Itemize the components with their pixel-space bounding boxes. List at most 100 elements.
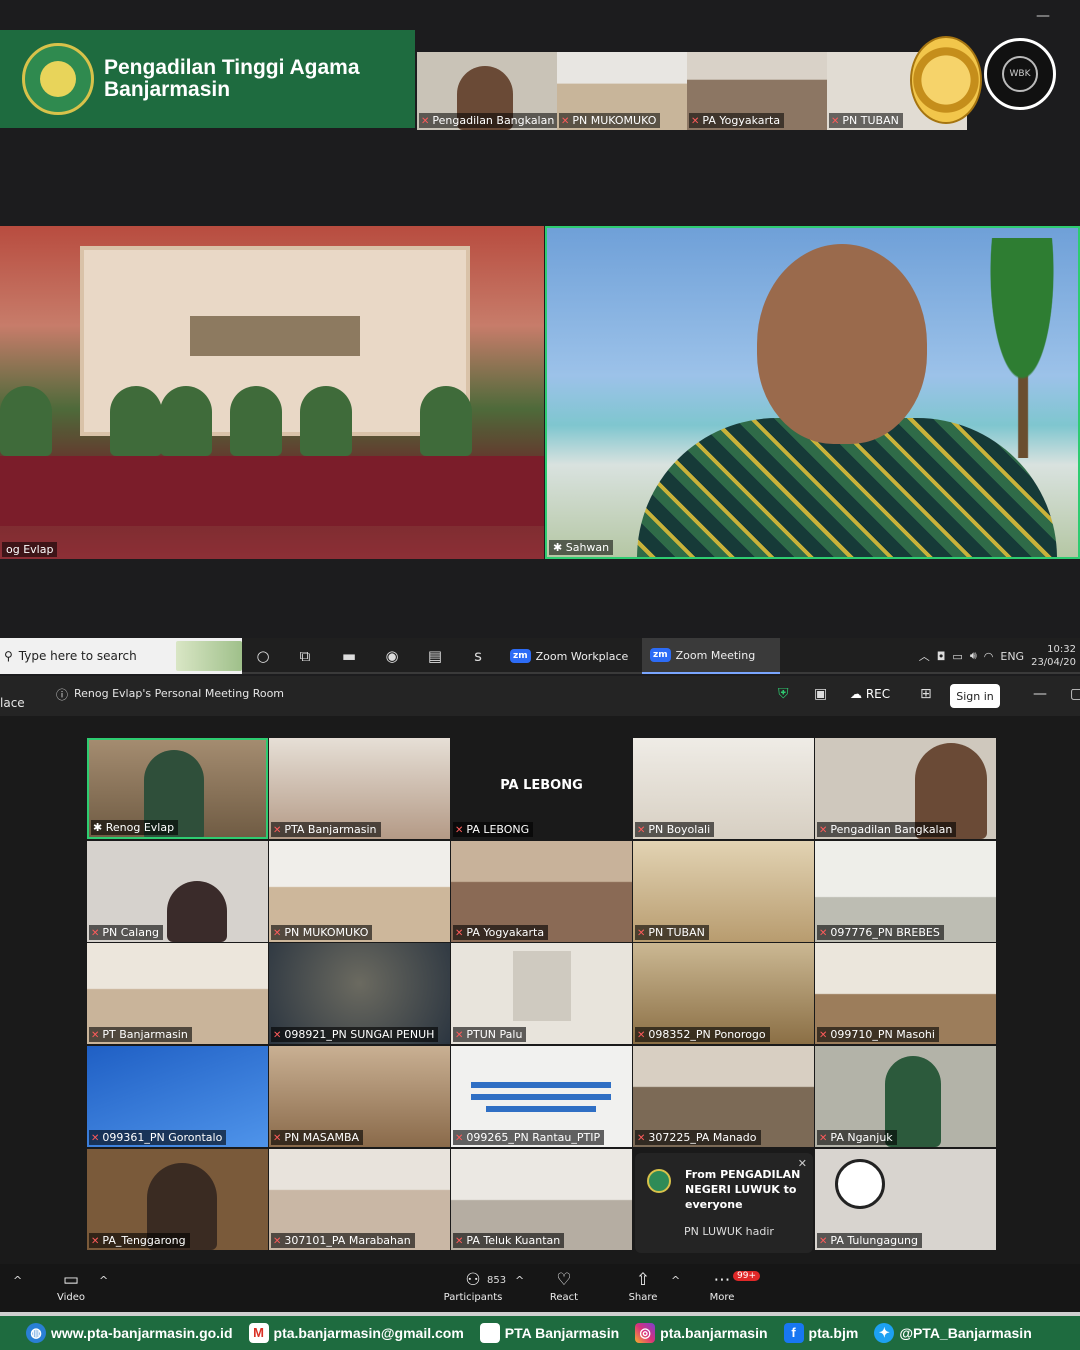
security-shield-icon[interactable]: ⛨ [778, 686, 789, 702]
twitter-link[interactable]: ✦ @PTA_Banjarmasin [874, 1323, 1032, 1343]
windows-taskbar: ⚲ Type here to search ○ ⧉ ▬ ◉ ▤ s zm Zoom… [0, 638, 1080, 674]
youtube-link[interactable]: PTA Banjarmasin [479, 1323, 619, 1343]
video-name-label: og Evlap [2, 542, 58, 557]
contact-footer: ◍ www.pta-banjarmasin.go.id Mpta.banjarma… [0, 1312, 1080, 1350]
court-logo [22, 43, 94, 115]
mic-muted-icon: ✕ [273, 1133, 282, 1144]
globe-icon: ◍ [26, 1323, 46, 1343]
sender-avatar [647, 1169, 671, 1193]
mic-muted-icon: ✕ [455, 825, 464, 836]
notes-icon[interactable]: ▣ [814, 686, 827, 702]
clock[interactable]: 10:32 23/04/20 [1031, 643, 1076, 669]
website-link[interactable]: ◍ www.pta-banjarmasin.go.id [26, 1323, 233, 1343]
share-button[interactable]: ⇧ Share [627, 1270, 659, 1303]
gallery-tile[interactable]: ✕ 099361_PN Gorontalo [87, 1046, 268, 1147]
gallery-tile[interactable]: ✕ PTA Banjarmasin [269, 738, 450, 839]
mic-muted-icon: ✕ [91, 928, 100, 939]
cloud-record-icon: ☁ [850, 687, 866, 701]
gallery-tile[interactable]: ✕ PA Teluk Kuantan [451, 1149, 632, 1250]
facebook-link[interactable]: f pta.bjm [783, 1323, 858, 1343]
chat-notification[interactable]: ✕ From PENGADILAN NEGERI LUWUK to everyo… [635, 1153, 813, 1253]
network-app-icon[interactable]: ▤ [422, 644, 448, 668]
speaker-video-left[interactable]: og Evlap [0, 226, 544, 559]
gallery-tile[interactable]: ✕ PN Calang [87, 841, 268, 942]
gallery-tile[interactable]: ✕ 099265_PN Rantau_PTIP [451, 1046, 632, 1147]
gallery-tile[interactable]: ✕ 307225_PA Manado [633, 1046, 814, 1147]
camera-icon[interactable]: ◘ [937, 650, 946, 663]
chat-message: PN LUWUK hadir [684, 1225, 774, 1238]
maximize-window-icon[interactable]: ▢ [1070, 686, 1080, 702]
mic-muted-icon: ✕ [273, 928, 282, 939]
gallery-tile[interactable]: ✕ 098352_PN Ponorogo [633, 943, 814, 1044]
strip-video-tile[interactable]: ✕ Pengadilan Bangkalan [417, 52, 557, 130]
twitter-icon: ✦ [874, 1323, 895, 1343]
mic-muted-icon: ✕ [561, 116, 570, 127]
language-indicator[interactable]: ENG [1000, 650, 1024, 663]
gallery-tile[interactable]: ✕ Pengadilan Bangkalan [815, 738, 996, 839]
mic-muted-icon: ✕ [637, 1133, 646, 1144]
mic-muted-icon: ✕ [819, 928, 828, 939]
grid-view-icon[interactable]: ⊞ [920, 686, 932, 702]
gallery-tile[interactable]: ✕ PN Boyolali [633, 738, 814, 839]
battery-icon[interactable]: ▭ [952, 650, 962, 663]
video-button[interactable]: ▭ Video [56, 1270, 86, 1303]
cortana-icon[interactable]: ○ [250, 644, 276, 668]
mic-muted-icon: ✕ [831, 116, 840, 127]
system-tray: ︿ ◘ ▭ 🔊︎ ◠ ENG 10:32 23/04/20 [919, 638, 1080, 674]
video-name-label: Sahwan [565, 541, 610, 554]
instagram-icon: ◎ [635, 1323, 656, 1343]
react-button[interactable]: ♡ React [548, 1270, 580, 1303]
gallery-tile[interactable]: ✕ PTUN Palu [451, 943, 632, 1044]
sign-in-button[interactable]: Sign in [950, 684, 1000, 708]
chevron-up-icon[interactable]: ^ [671, 1274, 680, 1287]
heart-icon: ♡ [556, 1270, 572, 1290]
gallery-tile[interactable]: ✱ Renog Evlap [87, 738, 268, 839]
strip-video-tile[interactable]: ✕ PN MUKOMUKO [557, 52, 697, 130]
gallery-tile[interactable]: ✕ PA Tulungagung [815, 1149, 996, 1250]
mic-muted-icon: ✕ [455, 928, 464, 939]
gallery-tile[interactable]: ✕ PA Nganjuk [815, 1046, 996, 1147]
gallery-tile[interactable]: ✕ 098921_PN SUNGAI PENUH [269, 943, 450, 1044]
taskbar-zoom-meeting[interactable]: zm Zoom Meeting [642, 638, 780, 674]
pin-icon: ✱ [553, 541, 566, 554]
file-explorer-icon[interactable]: ▬ [336, 644, 362, 668]
gallery-tile[interactable]: ✕ 099710_PN Masohi [815, 943, 996, 1044]
wifi-icon[interactable]: ◠ [984, 650, 994, 663]
chevron-up-icon[interactable]: ^ [13, 1274, 22, 1287]
gallery-tile[interactable]: ✕ 307101_PA Marabahan [269, 1149, 450, 1250]
gallery-tile[interactable]: ✕ PA Yogyakarta [451, 841, 632, 942]
volume-icon[interactable]: 🔊︎ [970, 649, 977, 663]
speaker-video-right[interactable]: ✱ Sahwan [545, 226, 1080, 559]
minimize-button[interactable]: — [1036, 8, 1050, 24]
video-camera-icon: ▭ [62, 1270, 80, 1290]
share-screen-icon: ⇧ [635, 1270, 651, 1290]
wbk-zone-badge-icon: WBK [984, 38, 1056, 110]
gallery-tile[interactable]: ✕ PA_Tenggarong [87, 1149, 268, 1250]
taskbar-zoom-workplace[interactable]: zm Zoom Workplace [502, 638, 636, 674]
minimize-window-icon[interactable]: — [1033, 686, 1047, 702]
mic-muted-icon: ✕ [637, 1030, 646, 1041]
gallery-tile[interactable]: PA LEBONG ✕ PA LEBONG [451, 738, 632, 839]
chevron-up-icon[interactable]: ︿ [919, 648, 930, 664]
gallery-tile[interactable]: ✕ PT Banjarmasin [87, 943, 268, 1044]
mic-muted-icon: ✕ [691, 116, 700, 127]
chevron-up-icon[interactable]: ^ [99, 1274, 108, 1287]
mic-muted-icon: ✕ [91, 1030, 100, 1041]
edge-browser-icon[interactable]: ◉ [379, 644, 405, 668]
app-s-icon[interactable]: s [465, 644, 491, 668]
task-view-icon[interactable]: ⧉ [292, 644, 318, 668]
mic-muted-icon: ✕ [273, 1236, 282, 1247]
zoom-app-icon: zm [510, 649, 531, 663]
instagram-link[interactable]: ◎ pta.banjarmasin [635, 1323, 768, 1343]
email-link[interactable]: Mpta.banjarmasin@gmail.com [248, 1323, 464, 1343]
gallery-tile[interactable]: ✕ 097776_PN BREBES [815, 841, 996, 942]
gallery-tile[interactable]: ✕ PN MASAMBA [269, 1046, 450, 1147]
chevron-up-icon[interactable]: ^ [515, 1274, 524, 1287]
record-button[interactable]: ☁ REC [850, 687, 890, 701]
gallery-tile[interactable]: ✕ PN TUBAN [633, 841, 814, 942]
gallery-tile[interactable]: ✕ PN MUKOMUKO [269, 841, 450, 942]
strip-video-tile[interactable]: ✕ PA Yogyakarta [687, 52, 827, 130]
info-icon[interactable]: ⓘ [56, 686, 68, 703]
search-icon: ⚲ [4, 649, 13, 663]
taskbar-search[interactable]: ⚲ Type here to search [0, 638, 242, 674]
